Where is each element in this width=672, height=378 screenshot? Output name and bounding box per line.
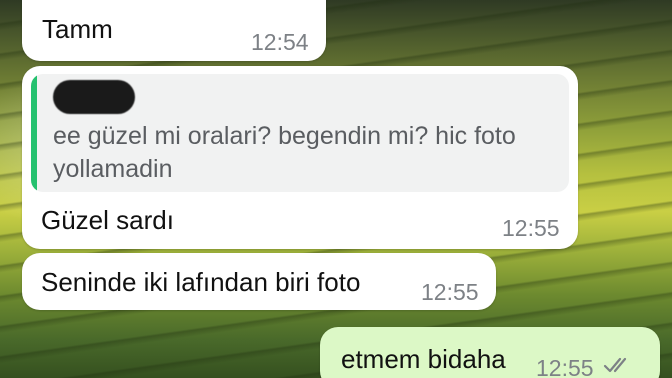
message-bubble-incoming-reply[interactable]: ee güzel mi oralari? begendin mi? hic fo… — [22, 66, 578, 249]
message-timestamp: 12:55 — [421, 279, 479, 305]
quote-accent-bar — [31, 74, 37, 192]
message-text: Seninde iki lafından biri foto — [41, 267, 361, 297]
message-bubble-incoming[interactable]: Tamm 12:54 — [22, 0, 326, 61]
message-timestamp: 12:54 — [251, 29, 309, 55]
message-bubble-outgoing[interactable]: etmem bidaha 12:55 — [320, 327, 660, 378]
quote-text: ee güzel mi oralari? begendin mi? hic fo… — [53, 122, 516, 183]
message-text: Güzel sardı — [41, 205, 174, 235]
message-bubble-incoming[interactable]: Seninde iki lafından biri foto 12:55 — [22, 253, 496, 310]
message-text: Tamm — [42, 14, 113, 44]
double-check-icon — [602, 355, 634, 378]
message-timestamp: 12:55 — [536, 355, 594, 378]
quoted-message[interactable]: ee güzel mi oralari? begendin mi? hic fo… — [31, 74, 569, 192]
message-text: etmem bidaha — [341, 344, 506, 374]
message-timestamp: 12:55 — [502, 215, 560, 241]
chat-view: Tamm 12:54 ee güzel mi oralari? begendin… — [0, 0, 672, 378]
quote-author-redacted — [53, 80, 135, 114]
